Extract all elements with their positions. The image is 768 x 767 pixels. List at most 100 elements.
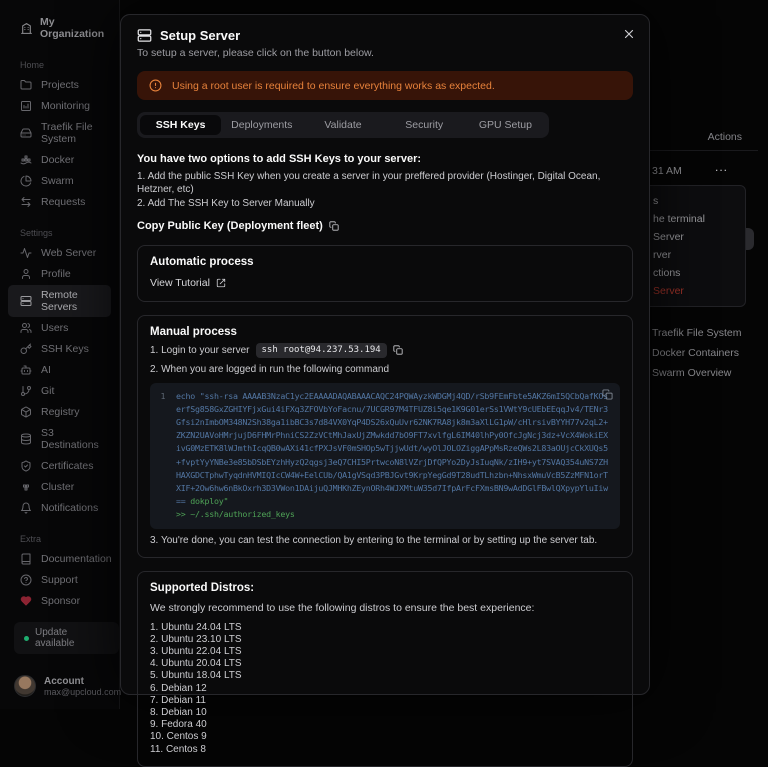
sidebar-item[interactable]: Support — [8, 570, 111, 590]
distro-item: 2. Ubuntu 23.10 LTS — [150, 634, 620, 646]
manual-process-title: Manual process — [150, 326, 620, 338]
sidebar-item[interactable]: Requests — [8, 192, 111, 212]
sidebar-item[interactable]: Certificates — [8, 456, 111, 476]
modal-tabs: SSH Keys Deployments Validate Security G… — [137, 112, 549, 138]
sidebar-item[interactable]: AI — [8, 360, 111, 380]
background-link[interactable]: Swarm Overview — [652, 367, 741, 379]
manual-process-card: Manual process 1. Login to your server s… — [137, 315, 633, 558]
context-menu-item[interactable]: ctions — [650, 264, 745, 282]
distros-description: We strongly recommend to use the followi… — [150, 602, 620, 614]
context-menu-item[interactable]: Server — [650, 228, 745, 246]
sidebar-item[interactable]: S3 Destinations — [8, 423, 111, 455]
user-icon — [20, 268, 32, 280]
sidebar-item[interactable]: Remote Servers — [8, 285, 111, 317]
sidebar-item-label: Notifications — [41, 502, 98, 514]
ssh-key-code-block: 1 echo "ssh-rsa AAAAB3NzaC1yc2EAAAADAQAB… — [150, 383, 620, 529]
options-list: 1. Add the public SSH Key when you creat… — [137, 171, 633, 211]
sidebar-item[interactable]: Registry — [8, 402, 111, 422]
sidebar-item-label: Requests — [41, 196, 85, 208]
option-line: 1. Add the public SSH Key when you creat… — [137, 171, 633, 196]
distro-item: 4. Ubuntu 20.04 LTS — [150, 658, 620, 670]
server-icon — [20, 295, 32, 307]
tab[interactable]: Deployments — [221, 115, 302, 135]
option-line: 2. Add The SSH Key to Server Manually — [137, 198, 633, 211]
org-switcher[interactable]: My Organization — [0, 16, 119, 40]
folder-icon — [20, 79, 32, 91]
context-menu-item[interactable]: rver — [650, 246, 745, 264]
distro-item: 11. Centos 8 — [150, 744, 620, 756]
table-divider — [650, 150, 758, 151]
sidebar-item[interactable]: Docker — [8, 150, 111, 170]
table-cell-time: 31 AM — [652, 165, 682, 177]
sidebar-item[interactable]: Monitoring — [8, 96, 111, 116]
sidebar-item[interactable]: Sponsor — [8, 591, 111, 611]
context-menu-item[interactable]: Server — [650, 282, 745, 300]
sidebar-item-label: Registry — [41, 406, 80, 418]
sidebar-item[interactable]: SSH Keys — [8, 339, 111, 359]
row-actions-menu-icon[interactable]: ... — [715, 160, 728, 174]
background-links: Traefik File System Docker Containers Sw… — [652, 327, 741, 387]
sidebar-item[interactable]: Documentation — [8, 549, 111, 569]
update-available-button[interactable]: Update available — [14, 622, 119, 654]
users-icon — [20, 322, 32, 334]
copy-icon — [329, 221, 339, 231]
automatic-process-card: Automatic process View Tutorial — [137, 245, 633, 302]
help-circle-icon — [20, 574, 32, 586]
account-title: Account — [44, 676, 121, 687]
sidebar-item[interactable]: Web Server — [8, 243, 111, 263]
context-menu-item[interactable]: he terminal — [650, 210, 745, 228]
sidebar-item-label: Documentation — [41, 553, 112, 565]
tab[interactable]: Validate — [302, 115, 383, 135]
book-icon — [20, 553, 32, 565]
distro-item: 9. Fedora 40 — [150, 719, 620, 731]
tab[interactable]: SSH Keys — [140, 115, 221, 135]
context-menu-item[interactable]: s — [650, 192, 745, 210]
sidebar-item[interactable]: Projects — [8, 75, 111, 95]
sidebar-item-label: Web Server — [41, 247, 96, 259]
package-icon — [20, 406, 32, 418]
sidebar-item[interactable]: Cluster — [8, 477, 111, 497]
account-menu[interactable]: Account max@upcloud.com — [14, 675, 121, 697]
tab[interactable]: GPU Setup — [465, 115, 546, 135]
view-tutorial-link[interactable]: View Tutorial — [150, 277, 226, 289]
copy-icon[interactable] — [602, 389, 613, 400]
sidebar-item-label: Projects — [41, 79, 79, 91]
git-branch-icon — [20, 385, 32, 397]
sidebar-item-label: Traefik File System — [41, 121, 105, 145]
tab[interactable]: Security — [384, 115, 465, 135]
close-icon[interactable] — [622, 27, 636, 41]
modal-title: Setup Server — [160, 28, 240, 43]
sidebar-item-label: Git — [41, 385, 54, 397]
sidebar-item[interactable]: Users — [8, 318, 111, 338]
distros-list: 1. Ubuntu 24.04 LTS 2. Ubuntu 23.10 LTS … — [150, 622, 620, 756]
sidebar-item-label: AI — [41, 364, 51, 376]
distro-item: 7. Debian 11 — [150, 695, 620, 707]
key-icon — [20, 343, 32, 355]
sidebar-item-label: Monitoring — [41, 100, 90, 112]
sidebar-item[interactable]: Notifications — [8, 498, 111, 518]
ssh-command-chip[interactable]: ssh root@94.237.53.194 — [256, 343, 387, 358]
setup-server-modal: Setup Server To setup a server, please c… — [120, 14, 650, 695]
org-label: My Organization — [40, 16, 111, 40]
sidebar-item[interactable]: Swarm — [8, 171, 111, 191]
bot-icon — [20, 364, 32, 376]
sidebar-item[interactable]: Profile — [8, 264, 111, 284]
background-link[interactable]: Traefik File System — [652, 327, 741, 339]
hard-drive-icon — [20, 127, 32, 139]
section-label-home: Home — [0, 60, 119, 70]
org-logo-icon — [20, 22, 33, 35]
arrows-icon — [20, 196, 32, 208]
background-link[interactable]: Docker Containers — [652, 347, 741, 359]
copy-public-key-button[interactable]: Copy Public Key (Deployment fleet) — [137, 220, 633, 232]
update-dot-icon — [24, 636, 29, 641]
sidebar-item[interactable]: Git — [8, 381, 111, 401]
sidebar-item[interactable]: Traefik File System — [8, 117, 111, 149]
sidebar-item-label: Docker — [41, 154, 74, 166]
copy-icon[interactable] — [393, 345, 403, 355]
sidebar-item-label: SSH Keys — [41, 343, 89, 355]
sidebar-group-home: Projects Monitoring Traefik File System … — [0, 75, 119, 212]
server-icon — [137, 28, 152, 43]
distro-item: 6. Debian 12 — [150, 683, 620, 695]
sidebar-item-label: Sponsor — [41, 595, 80, 607]
external-link-icon — [216, 278, 226, 288]
